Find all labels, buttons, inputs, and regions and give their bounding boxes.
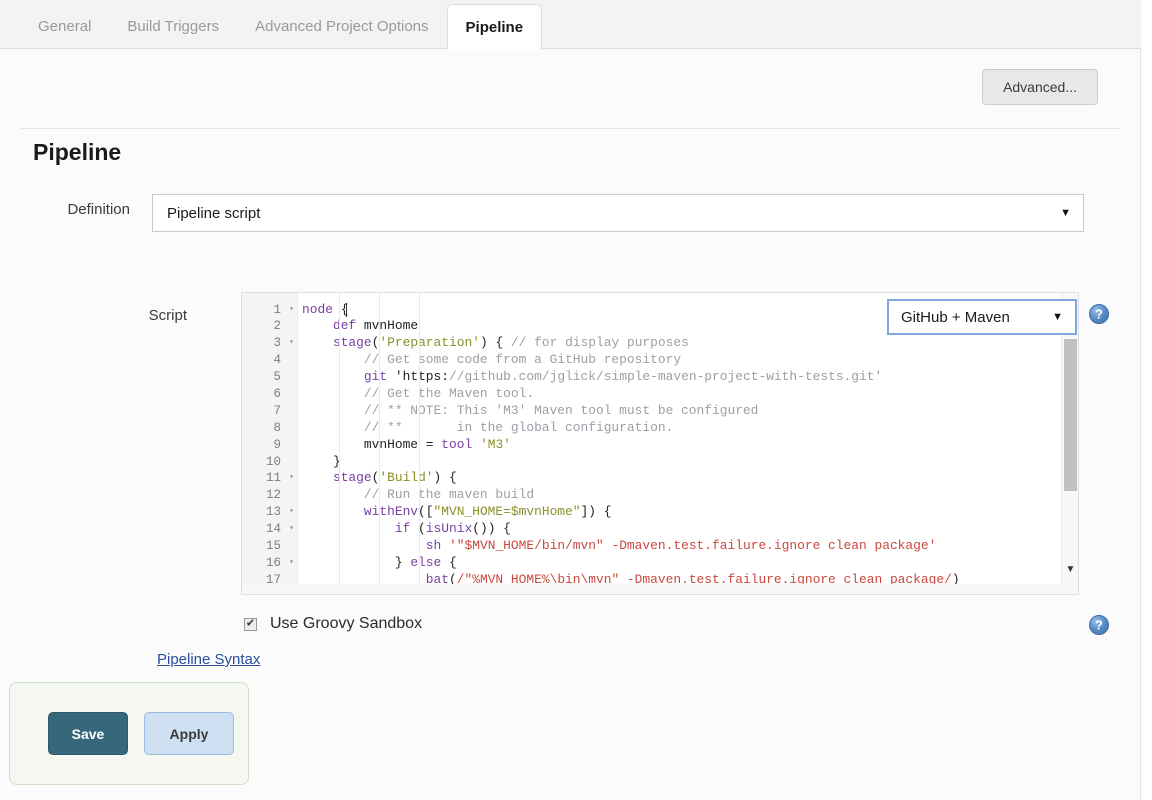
editor-line-number: 6 [242, 386, 297, 403]
code-fold-arrow-icon[interactable]: ▾ [289, 555, 294, 572]
editor-code-line: // Get some code from a GitHub repositor… [299, 352, 1078, 369]
help-icon-sandbox[interactable] [1089, 615, 1109, 635]
help-icon-script[interactable] [1089, 304, 1109, 324]
sample-script-select[interactable]: GitHub + Maven ▼ [887, 299, 1077, 335]
apply-button[interactable]: Apply [144, 712, 234, 755]
definition-select-value: Pipeline script [167, 205, 260, 222]
page-title: Pipeline [33, 139, 121, 166]
editor-code-line: } [299, 454, 1078, 471]
scrollbar-thumb[interactable] [1064, 339, 1077, 491]
editor-code-line: withEnv(["MVN_HOME=$mvnHome"]) { [299, 504, 1078, 521]
use-groovy-sandbox-label[interactable]: Use Groovy Sandbox [270, 615, 422, 633]
editor-line-numbers: 1▾23▾4567891011▾1213▾14▾1516▾17 [242, 293, 297, 589]
editor-code-line: stage('Preparation') { // for display pu… [299, 335, 1078, 352]
code-fold-arrow-icon[interactable]: ▾ [289, 470, 294, 487]
indent-guide [339, 293, 340, 594]
definition-select[interactable]: Pipeline script ▼ [152, 194, 1084, 232]
editor-code-area[interactable]: node { def mvnHome stage('Preparation') … [299, 293, 1078, 594]
editor-code-line: if (isUnix()) { [299, 521, 1078, 538]
sample-script-value: GitHub + Maven [901, 309, 1010, 326]
code-fold-arrow-icon[interactable]: ▾ [289, 504, 294, 521]
scroll-down-arrow-icon[interactable]: ▼ [1062, 562, 1079, 578]
pipeline-syntax-link[interactable]: Pipeline Syntax [157, 651, 260, 668]
code-fold-arrow-icon[interactable]: ▾ [289, 335, 294, 352]
editor-code-line: // ** NOTE: This 'M3' Maven tool must be… [299, 403, 1078, 420]
indent-guide [379, 293, 380, 594]
editor-code-line: mvnHome = tool 'M3' [299, 437, 1078, 454]
editor-line-number: 16▾ [242, 555, 297, 572]
editor-line-number: 15 [242, 538, 297, 555]
editor-code-line: // Run the maven build [299, 487, 1078, 504]
editor-code-line: // Get the Maven tool. [299, 386, 1078, 403]
advanced-button-row: Advanced... [982, 69, 1098, 105]
chevron-down-icon: ▼ [1060, 207, 1071, 219]
text-cursor [346, 303, 347, 317]
settings-tab-bar: General Build Triggers Advanced Project … [0, 0, 1141, 49]
tab-strip: General Build Triggers Advanced Project … [20, 4, 542, 49]
editor-line-number: 7 [242, 403, 297, 420]
editor-line-number: 13▾ [242, 504, 297, 521]
code-fold-arrow-icon[interactable]: ▾ [289, 302, 294, 319]
editor-line-number: 5 [242, 369, 297, 386]
chevron-down-icon: ▼ [1052, 311, 1063, 323]
editor-line-number: 10 [242, 454, 297, 471]
editor-code-lines: node { def mvnHome stage('Preparation') … [299, 302, 1078, 589]
editor-code-line: stage('Build') { [299, 470, 1078, 487]
form-footer-panel: Save Apply [9, 682, 249, 785]
advanced-button[interactable]: Advanced... [982, 69, 1098, 105]
tab-advanced-project-options[interactable]: Advanced Project Options [237, 4, 446, 49]
code-fold-arrow-icon[interactable]: ▾ [289, 521, 294, 538]
tab-general[interactable]: General [20, 4, 109, 49]
editor-code-line: sh '"$MVN_HOME/bin/mvn" -Dmaven.test.fai… [299, 538, 1078, 555]
indent-guide [419, 293, 420, 594]
editor-code-line: // ** in the global configuration. [299, 420, 1078, 437]
use-groovy-sandbox-row: Use Groovy Sandbox [244, 615, 422, 633]
editor-horizontal-scrollbar[interactable] [242, 584, 1078, 594]
editor-line-number: 9 [242, 437, 297, 454]
editor-code-line: } else { [299, 555, 1078, 572]
use-groovy-sandbox-checkbox[interactable] [244, 618, 257, 631]
save-button[interactable]: Save [48, 712, 128, 755]
editor-vertical-scrollbar[interactable]: ▼ [1061, 293, 1078, 594]
section-divider [20, 128, 1120, 129]
editor-line-number: 8 [242, 420, 297, 437]
editor-gutter: 1▾23▾4567891011▾1213▾14▾1516▾17 [242, 293, 298, 594]
editor-line-number: 4 [242, 352, 297, 369]
editor-line-number: 14▾ [242, 521, 297, 538]
definition-label: Definition [52, 201, 130, 218]
editor-code-line: git 'https://github.com/jglick/simple-ma… [299, 369, 1078, 386]
editor-line-number: 3▾ [242, 335, 297, 352]
groovy-script-editor[interactable]: 1▾23▾4567891011▾1213▾14▾1516▾17 node { d… [241, 292, 1079, 595]
editor-line-number: 1▾ [242, 302, 297, 319]
tab-build-triggers[interactable]: Build Triggers [109, 4, 237, 49]
editor-line-number: 12 [242, 487, 297, 504]
script-label: Script [52, 307, 187, 324]
editor-line-number: 11▾ [242, 470, 297, 487]
editor-line-number: 2 [242, 318, 297, 335]
tab-pipeline[interactable]: Pipeline [447, 4, 543, 50]
